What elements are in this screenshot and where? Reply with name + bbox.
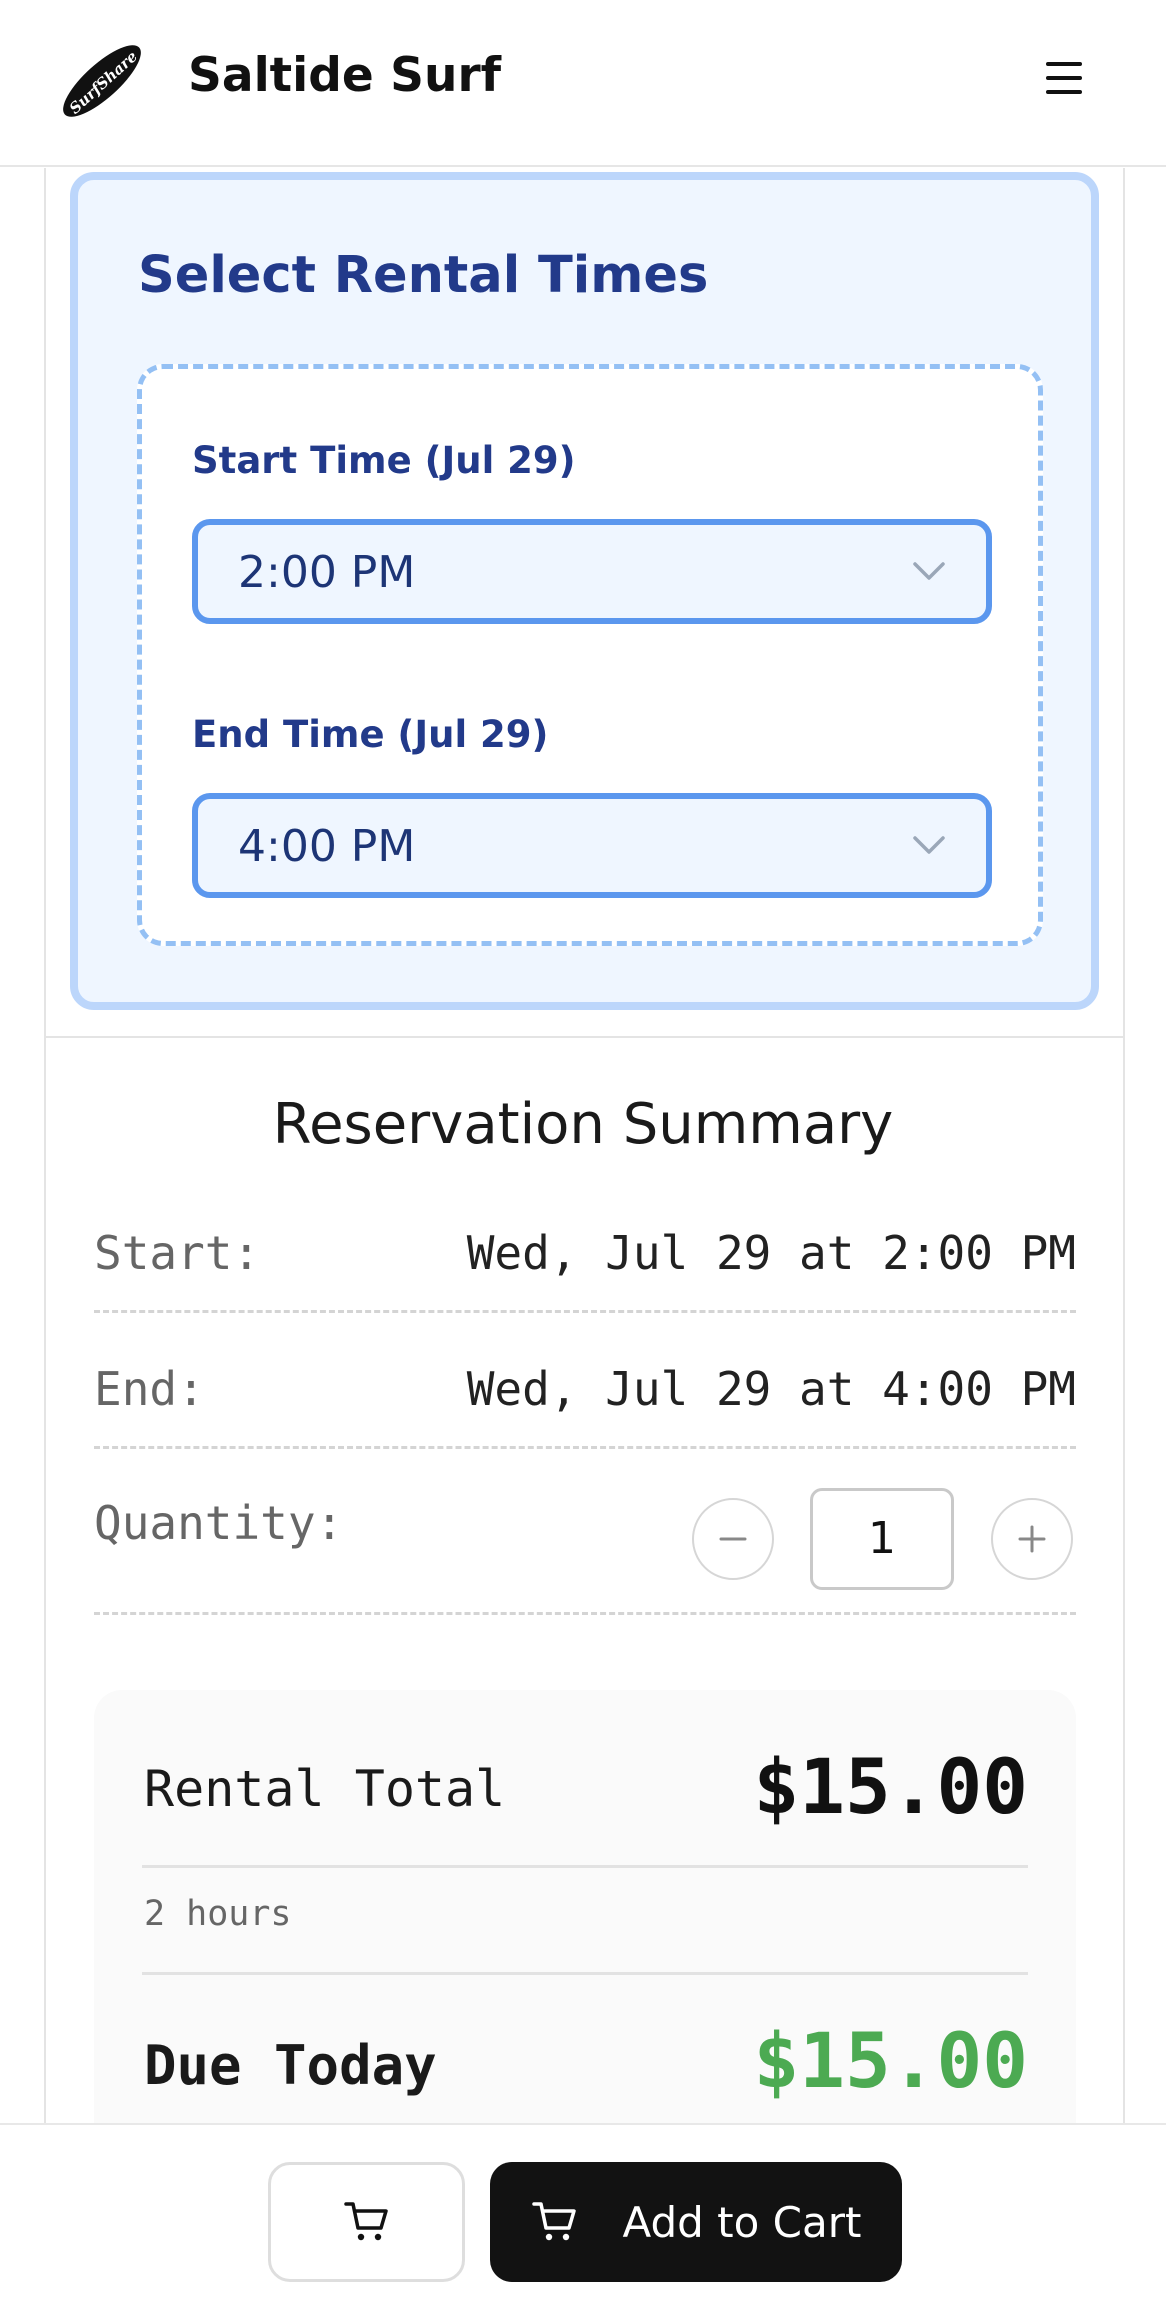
row-divider	[94, 1612, 1076, 1615]
add-to-cart-label: Add to Cart	[622, 2197, 862, 2247]
section-divider	[46, 1036, 1123, 1038]
rental-times-card: Select Rental Times Start Time (Jul 29) …	[70, 172, 1099, 1010]
row-divider	[94, 1446, 1076, 1449]
cart-icon	[343, 2202, 388, 2241]
end-time-label: End Time (Jul 29)	[192, 713, 549, 756]
time-selectors-box: Start Time (Jul 29) 2:00 PM End Time (Ju…	[137, 364, 1043, 946]
hamburger-menu-icon[interactable]	[1042, 60, 1088, 98]
increase-quantity-button[interactable]	[991, 1498, 1073, 1580]
end-value: Wed, Jul 29 at 4:00 PM	[466, 1362, 1076, 1416]
totals-divider	[142, 1865, 1028, 1868]
chevron-down-icon	[913, 562, 945, 580]
start-value: Wed, Jul 29 at 2:00 PM	[466, 1226, 1076, 1280]
due-today-label: Due Today	[144, 2034, 437, 2097]
end-time-value: 4:00 PM	[238, 821, 416, 872]
totals-divider	[142, 1972, 1028, 1975]
cart-icon	[531, 2202, 576, 2241]
quantity-input[interactable]: 1	[810, 1488, 954, 1590]
quantity-label: Quantity:	[94, 1496, 344, 1550]
decrease-quantity-button[interactable]	[692, 1498, 774, 1580]
summary-title: Reservation Summary	[272, 1092, 894, 1157]
app-header: SurfShare Saltide Surf	[0, 0, 1166, 167]
row-divider	[94, 1310, 1076, 1313]
rental-duration: 2 hours	[144, 1894, 292, 1934]
add-to-cart-button[interactable]: Add to Cart	[490, 2162, 902, 2282]
due-today-value: $15.00	[753, 2016, 1028, 2105]
bottom-action-bar: Add to Cart	[0, 2123, 1166, 2310]
chevron-down-icon	[913, 836, 945, 854]
rental-total-label: Rental Total	[144, 1760, 506, 1818]
end-time-select[interactable]: 4:00 PM	[192, 793, 992, 898]
view-cart-button[interactable]	[268, 2162, 465, 2282]
start-time-select[interactable]: 2:00 PM	[192, 519, 992, 624]
start-time-value: 2:00 PM	[238, 547, 416, 598]
end-label: End:	[94, 1362, 205, 1416]
plus-icon	[1018, 1525, 1046, 1553]
surfboard-logo-icon[interactable]: SurfShare	[56, 38, 148, 124]
start-label: Start:	[94, 1226, 261, 1280]
rental-total-value: $15.00	[753, 1742, 1028, 1831]
rental-times-title: Select Rental Times	[138, 246, 709, 305]
brand-title: Saltide Surf	[188, 48, 502, 103]
start-time-label: Start Time (Jul 29)	[192, 439, 576, 482]
minus-icon	[719, 1537, 747, 1541]
